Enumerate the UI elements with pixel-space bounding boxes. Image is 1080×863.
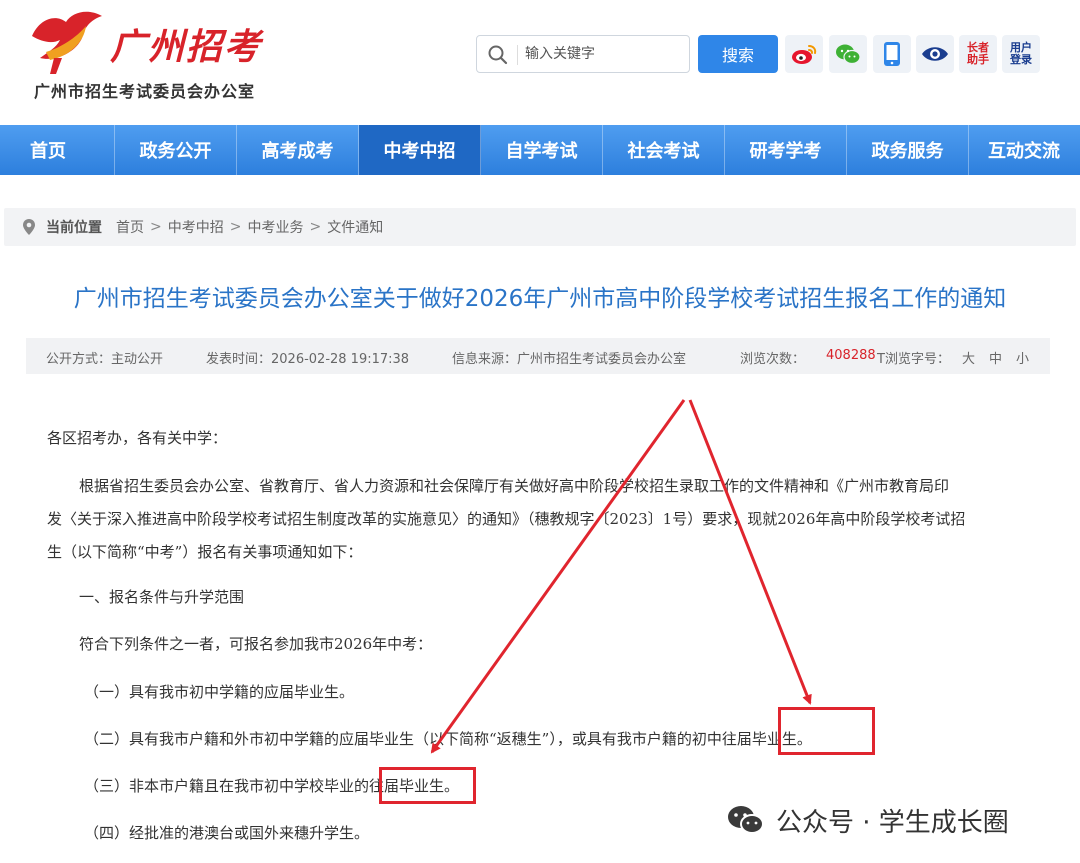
wechat-icon xyxy=(728,806,764,834)
watermark-text: 公众号 · 学生成长圈 xyxy=(776,807,1009,838)
annotation-arrows xyxy=(430,399,812,754)
wechat-watermark: 公众号 · 学生成长圈 xyxy=(726,800,1009,840)
annotation-arrow-left xyxy=(430,399,686,754)
annotation-arrow-right xyxy=(688,399,812,705)
